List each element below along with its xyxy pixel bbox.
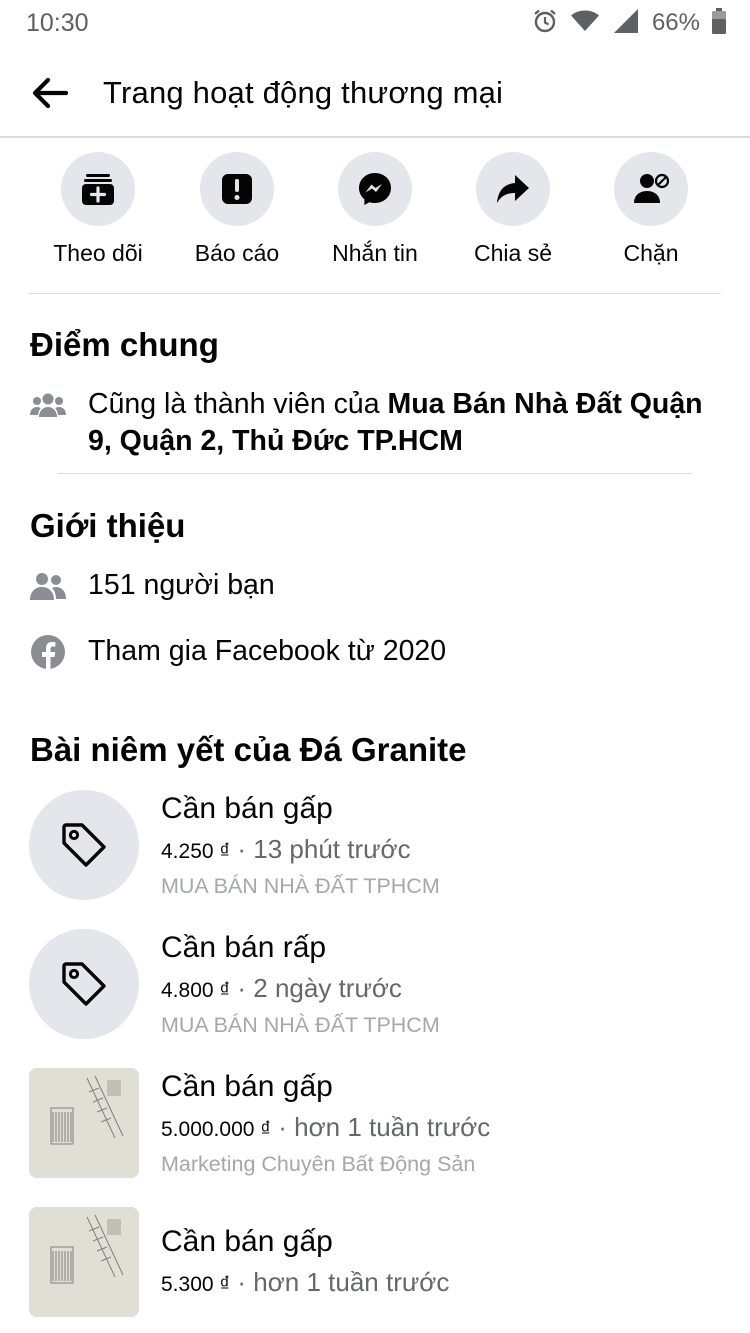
listing-price: 5.300 ₫ (161, 1273, 231, 1296)
meta-separator: · (230, 834, 254, 864)
block-label: Chặn (623, 240, 679, 266)
wifi-icon (570, 9, 600, 38)
listing-item[interactable]: Cần bán gấp 5.000.000 ₫ · hơn 1 tuần trư… (29, 1068, 729, 1180)
listing-group: MUA BÁN NHÀ ĐẤT TPHCM (161, 1013, 440, 1037)
listing-item[interactable]: Cần bán gấp 4.250 ₫ · 13 phút trước MUA … (29, 790, 729, 902)
page-title: Trang hoạt động thương mại (103, 75, 504, 110)
divider (29, 293, 721, 294)
group-members-icon (29, 390, 67, 420)
battery-percent: 66% (651, 9, 700, 36)
block-user-icon (614, 152, 688, 226)
listing-time: hơn 1 tuần trước (253, 1267, 450, 1297)
listing-title: Cần bán gấp (161, 1225, 333, 1258)
messenger-icon (338, 152, 412, 226)
back-arrow-icon[interactable] (30, 76, 70, 110)
share-icon (476, 152, 550, 226)
listing-meta: 5.300 ₫ · hơn 1 tuần trước (161, 1267, 449, 1298)
listing-photo (29, 1068, 139, 1178)
meta-separator: · (271, 1112, 295, 1142)
common-group-row: Cũng là thành viên của Mua Bán Nhà Đất Q… (29, 386, 709, 460)
profile-actions: Theo dõi Báo cáo Nhắn tin Chia sẻ Chặn (0, 152, 750, 282)
status-icons: 66% (532, 7, 726, 39)
listing-group: Marketing Chuyên Bất Động Sản (161, 1152, 476, 1176)
follow-icon (61, 152, 135, 226)
listing-time: hơn 1 tuần trước (294, 1112, 491, 1142)
report-icon (200, 152, 274, 226)
report-label: Báo cáo (194, 240, 280, 266)
listing-time: 13 phút trước (253, 834, 411, 864)
listing-item[interactable]: Cần bán rấp 4.800 ₫ · 2 ngày trước MUA B… (29, 929, 729, 1041)
listings-section-title: Bài niêm yết của Đá Granite (30, 731, 467, 768)
meta-separator: · (230, 1267, 254, 1297)
joined-date: Tham gia Facebook từ 2020 (88, 635, 447, 667)
listing-meta: 5.000.000 ₫ · hơn 1 tuần trước (161, 1112, 490, 1143)
divider (58, 473, 692, 474)
listing-group: MUA BÁN NHÀ ĐẤT TPHCM (161, 874, 440, 898)
listing-title: Cần bán gấp (161, 792, 333, 825)
meta-separator: · (230, 973, 254, 1003)
alarm-icon (532, 8, 558, 39)
listing-title: Cần bán rấp (161, 931, 327, 964)
share-button[interactable]: Chia sẻ (444, 152, 582, 267)
facebook-icon (29, 633, 67, 670)
listing-title: Cần bán gấp (161, 1070, 333, 1103)
intro-section-title: Giới thiệu (30, 507, 186, 544)
listing-price: 4.800 ₫ (161, 979, 231, 1002)
listing-price: 4.250 ₫ (161, 840, 231, 863)
battery-icon (712, 7, 726, 39)
tag-icon (29, 790, 139, 900)
common-section-title: Điểm chung (30, 326, 219, 363)
top-app-bar: Trang hoạt động thương mại (0, 46, 750, 138)
block-button[interactable]: Chặn (582, 152, 720, 267)
listing-item[interactable]: Cần bán gấp 5.300 ₫ · hơn 1 tuần trước (29, 1207, 729, 1319)
joined-row: Tham gia Facebook từ 2020 (29, 633, 446, 670)
listing-meta: 4.800 ₫ · 2 ngày trước (161, 973, 402, 1004)
share-label: Chia sẻ (474, 240, 552, 266)
report-button[interactable]: Báo cáo (168, 152, 306, 267)
member-prefix: Cũng là thành viên của (88, 388, 388, 420)
listing-meta: 4.250 ₫ · 13 phút trước (161, 834, 411, 865)
listing-photo (29, 1207, 139, 1317)
listing-price: 5.000.000 ₫ (161, 1118, 272, 1141)
friends-count: 151 người bạn (88, 569, 275, 601)
status-bar: 10:30 66% (0, 0, 750, 46)
message-label: Nhắn tin (332, 240, 418, 266)
message-button[interactable]: Nhắn tin (306, 152, 444, 267)
follow-label: Theo dõi (53, 240, 143, 266)
signal-icon (612, 8, 640, 39)
status-time: 10:30 (26, 9, 89, 37)
tag-icon (29, 929, 139, 1039)
listing-time: 2 ngày trước (253, 973, 402, 1003)
friends-icon (29, 571, 67, 601)
friends-row: 151 người bạn (29, 567, 275, 604)
follow-button[interactable]: Theo dõi (29, 152, 167, 267)
